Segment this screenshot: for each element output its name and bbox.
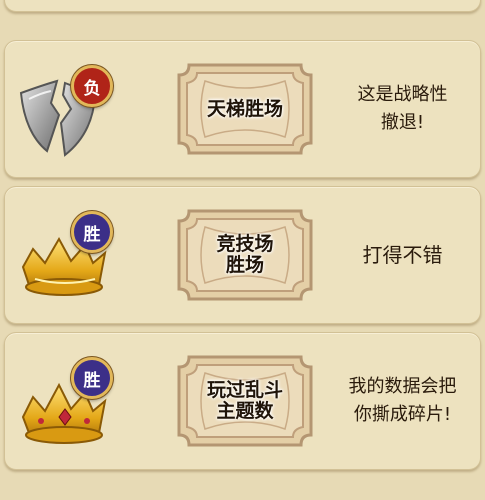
comment-text: 打得不错 [362, 243, 443, 267]
loss-badge: 负 [71, 65, 113, 107]
record-card: 负 天梯胜场 这是战略性 撤退! [4, 40, 481, 178]
achievement-label: 竞技场 胜场 [216, 233, 274, 276]
record-card-partial [4, 0, 481, 12]
achievement-label: 玩过乱斗 主题数 [206, 379, 283, 422]
comment-text: 我的数据会把 你撕成碎片! [348, 376, 457, 425]
achievement-plaque: 玩过乱斗 主题数 [175, 353, 315, 449]
record-card: 胜 玩过乱斗 主题数 我的数据会把 你撕成碎片! [4, 332, 481, 470]
achievement-label: 天梯胜场 [206, 97, 283, 120]
achievement-plaque: 天梯胜场 [175, 61, 315, 157]
comment-text: 这是战略性 撤退! [357, 84, 448, 133]
win-badge: 胜 [71, 357, 113, 399]
achievement-plaque: 竞技场 胜场 [175, 207, 315, 303]
record-card: 胜 竞技场 胜场 打得不错 [4, 186, 481, 324]
win-badge: 胜 [71, 211, 113, 253]
